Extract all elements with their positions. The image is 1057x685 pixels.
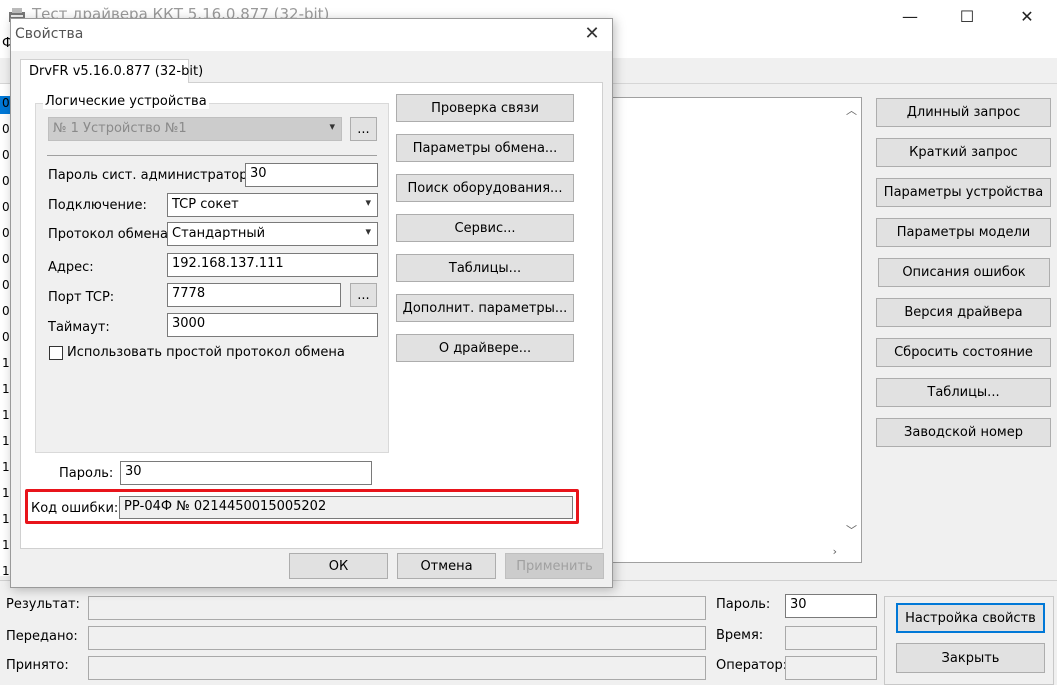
list-item[interactable]: 1 — [2, 382, 10, 396]
admin-password-input[interactable]: 30 — [245, 163, 378, 187]
scroll-right-icon[interactable]: › — [833, 545, 837, 558]
dialog-password-input[interactable]: 30 — [120, 461, 372, 485]
list-item[interactable]: 0 — [2, 252, 10, 266]
main-password-label: Пароль: — [716, 597, 771, 612]
device-combo: № 1 Устройство №1 ▾ — [48, 117, 342, 141]
group-separator — [47, 155, 377, 156]
dialog-close-icon[interactable]: ✕ — [577, 23, 607, 44]
timeout-label: Таймаут: — [48, 320, 110, 335]
list-item[interactable]: 0 — [2, 122, 10, 136]
timeout-input[interactable]: 3000 — [167, 313, 378, 337]
chevron-down-icon: ▾ — [365, 225, 371, 238]
list-item[interactable]: 0 — [2, 174, 10, 188]
list-item[interactable]: 0 — [2, 278, 10, 292]
tab-drvfr[interactable]: DrvFR v5.16.0.877 (32-bit) — [20, 59, 203, 83]
cancel-button[interactable]: Отмена — [397, 553, 496, 579]
simple-protocol-checkbox[interactable] — [49, 346, 63, 360]
device-ellipsis-button[interactable]: ... — [350, 117, 377, 141]
operator-label: Оператор: — [716, 658, 788, 673]
list-item[interactable]: 1 — [2, 356, 10, 370]
received-field — [88, 656, 706, 680]
error-code-label: Код ошибки: — [31, 501, 119, 516]
port-ellipsis-button[interactable]: ... — [350, 283, 377, 307]
device-combo-value: № 1 Устройство №1 — [53, 121, 187, 136]
sent-label: Передано: — [6, 629, 78, 644]
connection-combo[interactable]: TCP сокет ▾ — [167, 193, 378, 217]
chevron-down-icon: ▾ — [329, 120, 335, 133]
device-params-button[interactable]: Параметры устройства — [876, 178, 1051, 207]
simple-protocol-label: Использовать простой протокол обмена — [67, 345, 345, 360]
model-params-button[interactable]: Параметры модели — [876, 218, 1051, 247]
list-item[interactable]: 0 — [2, 304, 10, 318]
address-input[interactable]: 192.168.137.111 — [167, 253, 378, 277]
address-label: Адрес: — [48, 260, 94, 275]
logical-devices-title: Логические устройства — [43, 94, 209, 109]
list-item[interactable]: 1 — [2, 460, 10, 474]
sent-field — [88, 626, 706, 650]
list-item[interactable]: 1 — [2, 486, 10, 500]
maximize-icon[interactable]: ☐ — [944, 0, 990, 32]
protocol-combo-value: Стандартный — [172, 226, 266, 241]
list-item[interactable]: 1 — [2, 512, 10, 526]
list-item[interactable]: 1 — [2, 408, 10, 422]
ok-button[interactable]: ОК — [289, 553, 388, 579]
search-equipment-button[interactable]: Поиск оборудования... — [396, 174, 574, 202]
list-item[interactable]: 1 — [2, 564, 10, 578]
short-request-button[interactable]: Краткий запрос — [876, 138, 1051, 167]
result-label: Результат: — [6, 597, 80, 612]
protocol-label: Протокол обмена: — [48, 227, 173, 242]
about-driver-button[interactable]: О драйвере... — [396, 334, 574, 362]
serial-number-button[interactable]: Заводской номер — [876, 418, 1051, 447]
dialog-title: Свойства — [15, 26, 84, 42]
scroll-up-icon[interactable]: ︿ — [846, 102, 857, 118]
list-item[interactable]: 0 — [2, 200, 10, 214]
list-item[interactable]: 0 — [2, 226, 10, 240]
apply-button: Применить — [505, 553, 604, 579]
result-field — [88, 596, 706, 620]
minimize-icon[interactable]: — — [887, 0, 933, 32]
list-item[interactable]: 0 — [2, 148, 10, 162]
time-field — [785, 626, 877, 650]
dialog-titlebar: Свойства ✕ — [11, 19, 612, 51]
reset-state-button[interactable]: Сбросить состояние — [876, 338, 1051, 367]
admin-password-label: Пароль сист. администратора — [48, 168, 256, 183]
operator-field — [785, 656, 877, 680]
list-item[interactable]: 1 — [2, 434, 10, 448]
received-label: Принято: — [6, 658, 69, 673]
close-button[interactable]: Закрыть — [896, 643, 1045, 673]
long-request-button[interactable]: Длинный запрос — [876, 98, 1051, 127]
properties-dialog: Свойства ✕ DrvFR v5.16.0.877 (32-bit) Ло… — [10, 18, 613, 588]
output-memo[interactable]: ︿ ﹀ › — [612, 97, 862, 563]
time-label: Время: — [716, 628, 764, 643]
connection-label: Подключение: — [48, 198, 147, 213]
chevron-down-icon: ▾ — [365, 196, 371, 209]
list-item[interactable]: 1 — [2, 538, 10, 552]
dialog-password-label: Пароль: — [59, 466, 114, 481]
exchange-params-button[interactable]: Параметры обмена... — [396, 134, 574, 162]
error-code-field: РР-04Ф № 0214450015005202 — [119, 496, 573, 519]
driver-version-button[interactable]: Версия драйвера — [876, 298, 1051, 327]
setup-properties-button[interactable]: Настройка свойств — [896, 603, 1045, 633]
tables-button[interactable]: Таблицы... — [876, 378, 1051, 407]
main-password-input[interactable]: 30 — [785, 594, 877, 618]
protocol-combo[interactable]: Стандартный ▾ — [167, 222, 378, 246]
bottom-panel: Результат: Передано: Принято: Пароль: 30… — [0, 580, 1057, 685]
check-connection-button[interactable]: Проверка связи — [396, 94, 574, 122]
list-item[interactable]: 0 — [2, 96, 10, 110]
list-item[interactable]: 0 — [2, 330, 10, 344]
port-label: Порт TCP: — [48, 290, 115, 305]
scroll-down-icon[interactable]: ﹀ — [846, 522, 857, 538]
close-icon[interactable]: ✕ — [1004, 0, 1050, 32]
dialog-tables-button[interactable]: Таблицы... — [396, 254, 574, 282]
extra-params-button[interactable]: Дополнит. параметры... — [396, 294, 574, 322]
port-input[interactable]: 7778 — [167, 283, 341, 307]
error-descriptions-button[interactable]: Описания ошибок — [878, 258, 1050, 287]
service-button[interactable]: Сервис... — [396, 214, 574, 242]
connection-combo-value: TCP сокет — [172, 197, 239, 212]
